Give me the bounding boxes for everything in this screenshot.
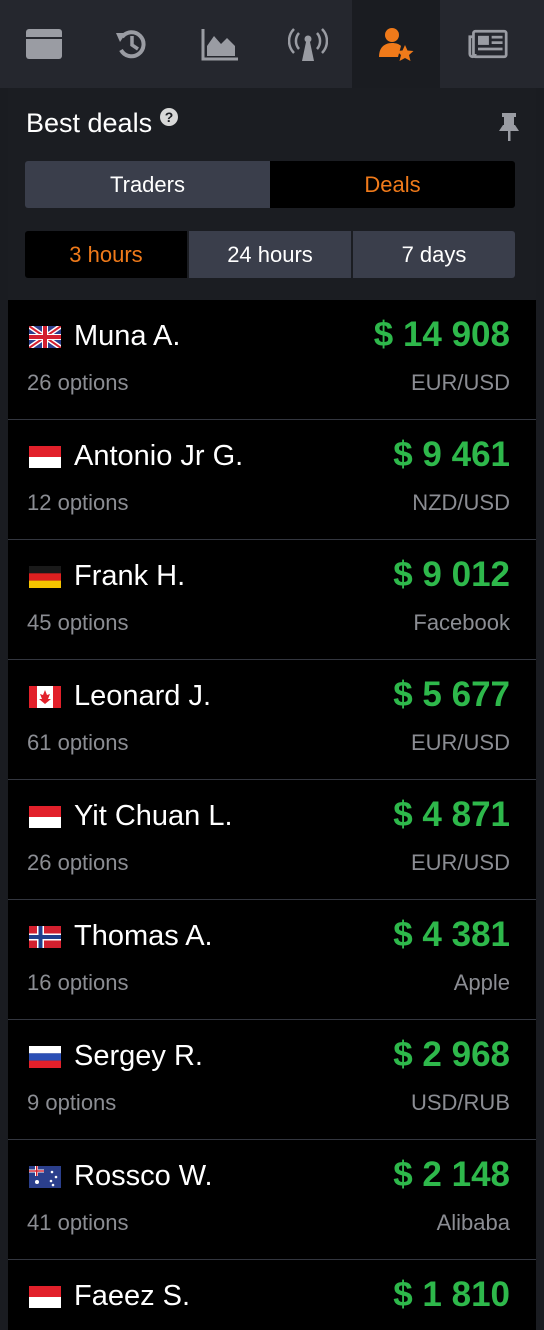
asset-name: EUR/USD [410,850,510,875]
top-tab-bar [0,0,544,88]
pin-icon[interactable] [496,112,522,142]
tab-signals[interactable] [264,0,352,88]
help-icon[interactable]: ? [160,108,179,126]
flag-australia-icon [29,1166,61,1188]
asset-name: Alibaba [436,1210,510,1235]
newspaper-icon [468,29,508,59]
trader-name: Thomas A. [74,920,213,952]
period-7-days[interactable]: 7 days [353,231,515,278]
view-segmented-control: Traders Deals [25,161,515,208]
period-segmented-control: 3 hours 24 hours 7 days [25,231,515,278]
flag-germany-icon [29,566,61,588]
deal-row[interactable]: Thomas A. $ 4 381 16 options Apple [8,900,536,1020]
trader-name: Muna A. [74,320,181,352]
window-icon [26,29,62,59]
options-count: 9 options [27,1090,117,1115]
flag-norway-icon [29,926,61,948]
options-count: 12 options [27,490,129,515]
options-count: 26 options [27,370,129,395]
deal-row[interactable]: Muna A. $ 14 908 26 options EUR/USD [8,300,536,420]
options-count: 45 options [27,610,129,635]
panel-title-text: Best deals [26,108,153,138]
deal-row[interactable]: Sergey R. $ 2 968 9 options USD/RUB [8,1020,536,1140]
period-3-hours[interactable]: 3 hours [25,231,187,278]
flag-monaco-icon [29,806,61,828]
deal-row[interactable]: Leonard J. $ 5 677 61 options EUR/USD [8,660,536,780]
panel-header: Best deals ? Traders Deals 3 hours 24 ho… [8,88,536,300]
options-count: 41 options [27,1210,129,1235]
asset-name: NZD/USD [412,490,510,515]
deal-row[interactable]: Rossco W. $ 2 148 41 options Alibaba [8,1140,536,1260]
flag-uk-icon [29,326,61,348]
deal-row[interactable]: Antonio Jr G. $ 9 461 12 options NZD/USD [8,420,536,540]
flag-russia-icon [29,1046,61,1068]
deal-amount: $ 1 810 [393,1275,510,1314]
flag-monaco-icon [29,446,61,468]
signal-tower-icon [288,28,328,61]
deal-amount: $ 9 012 [393,555,510,594]
deal-amount: $ 9 461 [393,435,510,474]
deal-amount: $ 5 677 [393,675,510,714]
deal-amount: $ 14 908 [373,315,510,354]
asset-name: USD/RUB [410,1090,510,1115]
best-deals-panel: Best deals ? Traders Deals 3 hours 24 ho… [8,88,536,1330]
tab-window[interactable] [0,0,88,88]
trader-name: Faeez S. [74,1280,191,1312]
deal-row[interactable]: Faeez S. $ 1 810 [8,1260,536,1330]
tab-best-deals[interactable] [352,0,440,88]
deal-amount: $ 4 871 [393,795,510,834]
trader-name: Leonard J. [74,680,212,712]
traders-tab[interactable]: Traders [25,161,270,208]
asset-name: EUR/USD [410,730,510,755]
trader-name: Rossco W. [74,1160,213,1192]
tab-history[interactable] [88,0,176,88]
trader-name: Antonio Jr G. [74,440,244,472]
asset-name: Apple [453,970,510,995]
options-count: 26 options [27,850,129,875]
deals-list: Muna A. $ 14 908 26 options EUR/USD Antonio … [8,300,536,1330]
deal-row[interactable]: Yit Chuan L. $ 4 871 26 options EUR/USD [8,780,536,900]
trader-name: Sergey R. [74,1040,203,1072]
options-count: 16 options [27,970,129,995]
deals-tab[interactable]: Deals [270,161,515,208]
period-24-hours[interactable]: 24 hours [189,231,351,278]
deal-amount: $ 2 148 [393,1155,510,1194]
trader-name: Frank H. [74,560,186,592]
user-star-icon [379,28,414,61]
trader-name: Yit Chuan L. [74,800,233,832]
tab-chart[interactable] [176,0,264,88]
asset-name: Facebook [413,610,510,635]
panel-title: Best deals ? [26,108,179,139]
chart-icon [201,29,238,61]
asset-name: EUR/USD [410,370,510,395]
deal-row[interactable]: Frank H. $ 9 012 45 options Facebook [8,540,536,660]
options-count: 61 options [27,730,129,755]
deal-amount: $ 2 968 [393,1035,510,1074]
tab-news[interactable] [440,0,536,88]
history-icon [116,30,146,59]
deal-amount: $ 4 381 [393,915,510,954]
flag-monaco-icon [29,1286,61,1308]
flag-canada-icon [29,686,61,708]
